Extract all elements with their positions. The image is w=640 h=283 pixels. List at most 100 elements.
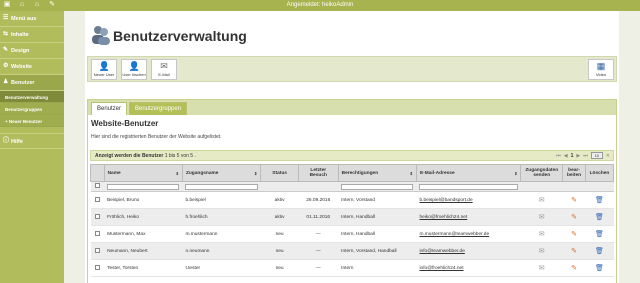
edit-icon[interactable]: ✎ <box>570 230 579 239</box>
delete-icon[interactable]: 🗑 <box>595 213 604 222</box>
col-login[interactable]: Zugangsname ⇕ <box>181 164 262 182</box>
edit-icon[interactable]: ✎ <box>570 264 579 273</box>
count-range: 1 bis 5 von 5 . <box>164 153 196 159</box>
page-size-select[interactable]: 10 <box>590 152 603 159</box>
page-header: Benutzerverwaltung <box>85 23 619 49</box>
cell-login: b.beispiel <box>182 191 261 209</box>
login-filter-input[interactable] <box>185 183 258 190</box>
users-panel: Website-Benutzer Hier sind die registrie… <box>87 115 617 283</box>
cell-name: Fröhlich, Heiko <box>104 208 183 226</box>
edit-icon[interactable]: ✎ <box>570 247 579 256</box>
email-filter-input[interactable] <box>419 183 518 190</box>
video-button[interactable]: ▦ Video <box>588 59 614 80</box>
prev-page-icon[interactable]: ◀ <box>564 153 568 159</box>
rights-filter-input[interactable] <box>341 183 414 190</box>
email-link[interactable]: heiko@froehlich24.net <box>419 215 467 220</box>
sort-icon[interactable]: ⇕ <box>176 171 179 176</box>
cell-rights: Intern <box>338 259 417 277</box>
users-icon <box>92 26 110 45</box>
sidebar-item-users[interactable]: ♟ Benutzer <box>0 75 64 91</box>
row-checkbox[interactable] <box>94 247 100 253</box>
first-page-icon[interactable]: ⏮ <box>556 153 561 159</box>
table-row: Mustermann, Max m.mustermann neu — Inter… <box>90 225 614 243</box>
logged-in-user: Angemeldet: heikoAdmin <box>286 2 354 8</box>
email-link[interactable]: info@froehlich24.net <box>419 266 463 271</box>
envelope-icon: ✉ <box>160 61 168 71</box>
send-credentials-icon[interactable]: ✉ <box>537 264 546 273</box>
row-checkbox[interactable] <box>94 196 100 202</box>
sidebar-sub-new-user[interactable]: + Neuer Benutzer <box>0 115 64 127</box>
sidebar-sub-user-management[interactable]: Benutzerverwaltung <box>0 91 64 103</box>
sidebar-item-content[interactable]: ⇆ Inhalte <box>0 27 64 43</box>
gear-icon: ⚙ <box>3 63 9 69</box>
cell-name: Tester, Torsten <box>104 259 183 277</box>
col-status[interactable]: Status <box>260 164 299 182</box>
edit-icon[interactable]: ✎ <box>570 196 579 205</box>
cell-login: m.mustermann <box>182 225 261 243</box>
cell-status: aktiv <box>260 208 299 226</box>
toolbar: 👤 Neuer User 👤 User löschen ✉ E-Mail ▦ Video <box>87 56 617 82</box>
button-label: E-Mail <box>158 72 170 77</box>
section-title: Website-Benutzer <box>91 119 159 128</box>
row-checkbox[interactable] <box>94 264 100 270</box>
sidebar-item-label: Benutzer <box>11 80 35 86</box>
cell-rights: Intern, Vorstand, Handball <box>338 242 417 260</box>
send-credentials-icon[interactable]: ✉ <box>537 247 546 256</box>
menu-icon: ☰ <box>3 15 9 21</box>
section-description: Hier sind die registrierten Benutzer der… <box>91 134 222 140</box>
sidebar: ☰ Menü aus ⇆ Inhalte ✎ Design ⚙ Website ♟ Ben… <box>0 11 64 283</box>
count-prefix: Anzeigt werden die Benutzer <box>95 153 164 159</box>
last-page-icon[interactable]: ⏭ <box>583 153 588 159</box>
delete-user-button[interactable]: 👤 User löschen <box>121 59 147 80</box>
add-user-icon: 👤 <box>98 61 110 71</box>
cell-status: neu <box>260 225 299 243</box>
cell-status: neu <box>260 259 299 277</box>
delete-icon[interactable]: 🗑 <box>595 196 604 205</box>
select-all-header <box>90 164 105 182</box>
col-name[interactable]: Name ⇕ <box>103 164 183 182</box>
sidebar-item-help[interactable]: ⓘ Hilfe <box>0 133 64 149</box>
delete-icon[interactable]: 🗑 <box>595 247 604 256</box>
edit-icon[interactable]: ✎ <box>570 213 579 222</box>
cell-last-visit: 01.11.2016 <box>298 208 339 226</box>
name-filter-input[interactable] <box>107 183 180 190</box>
sort-icon[interactable]: ⇕ <box>514 171 517 176</box>
cell-last-visit: 26.09.2016 <box>298 191 339 209</box>
table-row: Beispiel, Bruno b.beispiel aktiv 26.09.2… <box>90 191 614 209</box>
sidebar-item-design[interactable]: ✎ Design <box>0 43 64 59</box>
send-credentials-icon[interactable]: ✉ <box>537 230 546 239</box>
email-link[interactable]: b.beispiel@bandsport.de <box>419 198 472 203</box>
col-rights[interactable]: Berechtigungen ⇕ <box>337 164 417 182</box>
header-label: Name <box>107 170 121 176</box>
next-page-icon[interactable]: ▶ <box>576 153 580 159</box>
delete-icon[interactable]: 🗑 <box>595 264 604 273</box>
email-button[interactable]: ✉ E-Mail <box>151 59 177 80</box>
row-checkbox[interactable] <box>94 230 100 236</box>
cell-login: n.neumann <box>182 242 261 260</box>
email-link[interactable]: info@teamwebber.de <box>419 249 464 254</box>
col-email[interactable]: E-Mail-Adresse ⇕ <box>415 164 522 182</box>
cell-rights: Intern, Vorstand <box>338 191 417 209</box>
delete-icon[interactable]: 🗑 <box>595 230 604 239</box>
design-icon: ✎ <box>3 47 9 53</box>
email-link[interactable]: m.mustermann@teamwebber.de <box>419 232 489 237</box>
send-credentials-icon[interactable]: ✉ <box>537 213 546 222</box>
send-credentials-icon[interactable]: ✉ <box>537 196 546 205</box>
users-icon: ♟ <box>3 79 9 85</box>
delete-user-icon: 👤 <box>128 61 140 71</box>
table-row: Fröhlich, Heiko h.froehlich aktiv 01.11.… <box>90 208 614 226</box>
header-label: Zugangsname <box>185 170 219 176</box>
sort-icon[interactable]: ⇕ <box>254 171 257 176</box>
col-last-visit[interactable]: Letzter Besuch <box>297 164 339 182</box>
sidebar-item-label: Hilfe <box>11 139 23 145</box>
header-label: Berechtigungen <box>341 170 379 176</box>
sidebar-item-menu[interactable]: ☰ Menü aus <box>0 11 64 27</box>
row-checkbox[interactable] <box>94 213 100 219</box>
sidebar-item-label: Inhalte <box>11 32 29 38</box>
select-all-checkbox[interactable] <box>94 183 100 188</box>
sidebar-item-website[interactable]: ⚙ Website <box>0 59 64 75</box>
sidebar-sub-user-groups[interactable]: Benutzergruppen <box>0 103 64 115</box>
sort-icon[interactable]: ⇕ <box>410 171 413 176</box>
new-user-button[interactable]: 👤 Neuer User <box>91 59 117 80</box>
close-icon[interactable]: ✕ <box>606 153 610 159</box>
